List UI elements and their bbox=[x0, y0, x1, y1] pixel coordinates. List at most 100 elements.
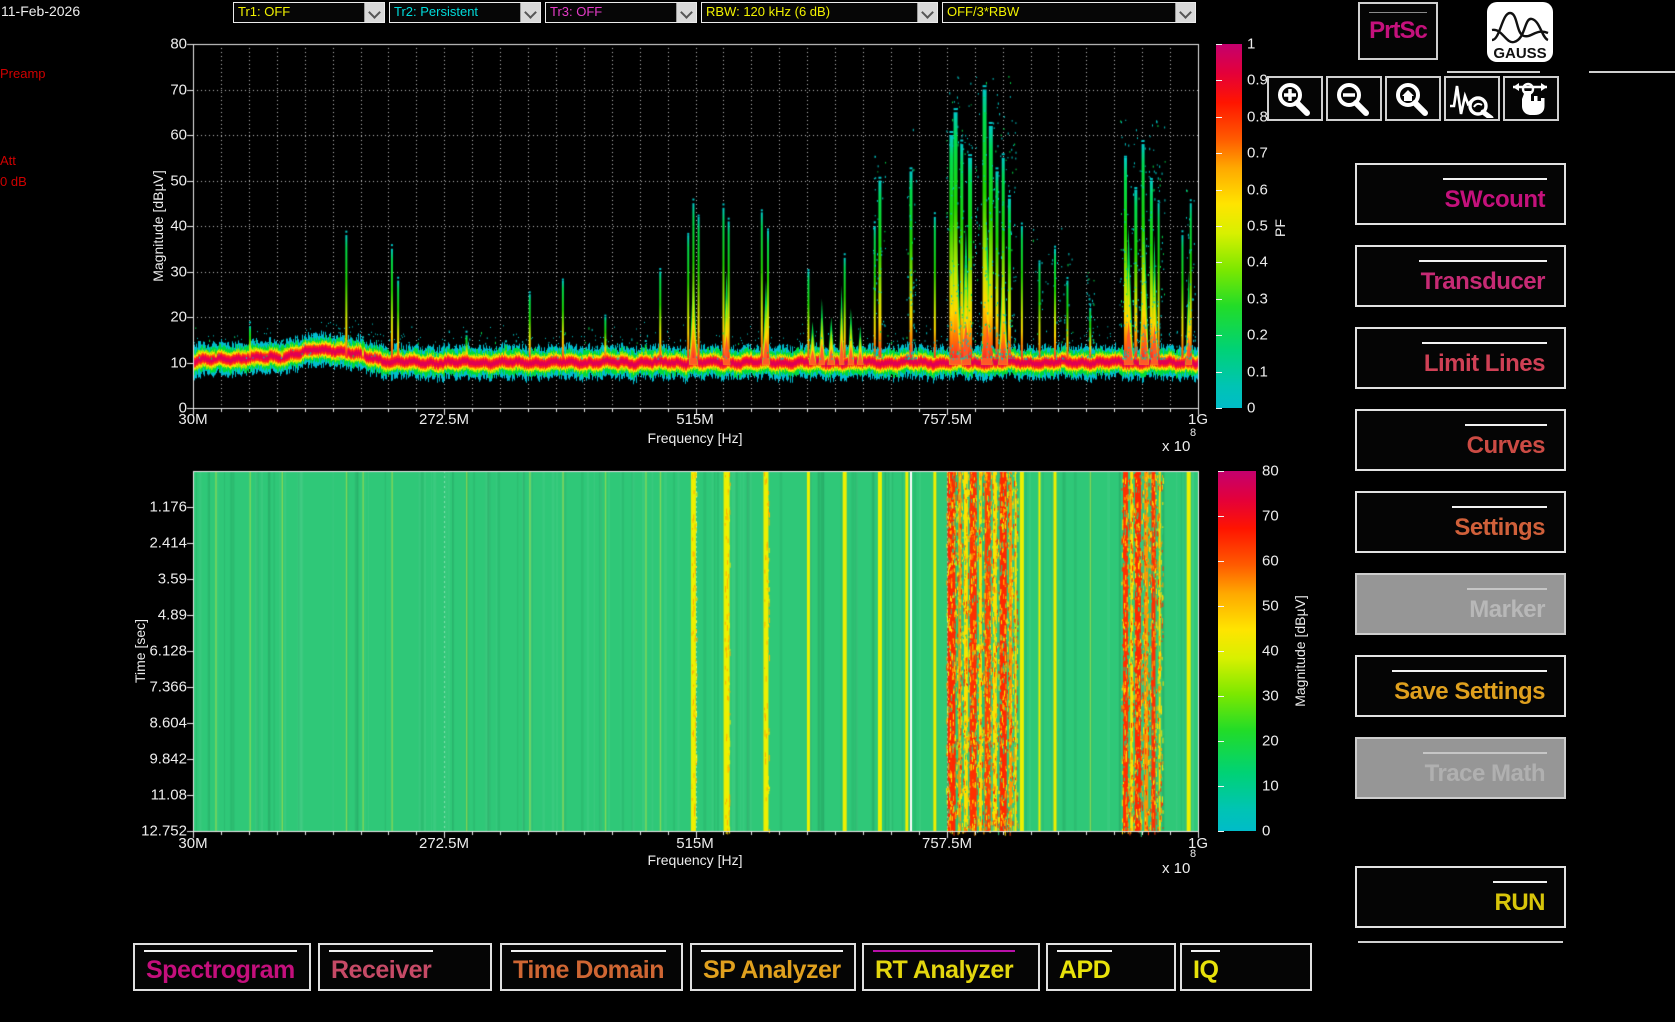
button-overline bbox=[1369, 12, 1427, 13]
colorbar-tick bbox=[1216, 117, 1222, 118]
colorbar-label: PF bbox=[1272, 219, 1288, 237]
pan-hand-icon bbox=[1507, 80, 1555, 118]
chevron-down-icon[interactable] bbox=[676, 3, 696, 22]
colorbar-tick bbox=[1218, 471, 1224, 472]
run-button[interactable]: RUN bbox=[1355, 866, 1566, 928]
y-axis-label: Time [sec] bbox=[132, 619, 148, 683]
tab-label: Receiver bbox=[329, 950, 433, 985]
status-label: 0 dB bbox=[0, 174, 27, 189]
tick-label: 272.5M bbox=[419, 412, 469, 427]
divider bbox=[1589, 71, 1675, 73]
zoom-home-button[interactable] bbox=[1385, 76, 1441, 121]
chevron-down-icon[interactable] bbox=[520, 3, 540, 22]
pan-hand-button[interactable] bbox=[1503, 76, 1559, 121]
tick-label: 0 bbox=[1262, 824, 1270, 839]
colorbar-tick bbox=[1218, 741, 1224, 742]
transducer-button[interactable]: Transducer bbox=[1355, 245, 1566, 307]
colorbar-tick bbox=[1216, 335, 1222, 336]
tick-label: 40 bbox=[170, 219, 187, 234]
zoom-home-icon bbox=[1389, 80, 1437, 118]
colorbar-tick bbox=[1218, 606, 1224, 607]
trace-math-button: Trace Math bbox=[1355, 737, 1566, 799]
colorbar-tick bbox=[1218, 696, 1224, 697]
tick-label: 6.128 bbox=[149, 644, 187, 659]
tab-label: IQ bbox=[1191, 950, 1220, 985]
tab-rt-analyzer[interactable]: RT Analyzer bbox=[862, 943, 1040, 991]
colorbar-tick bbox=[1216, 226, 1222, 227]
status-label: Att bbox=[0, 153, 16, 168]
zoom-in-button[interactable] bbox=[1267, 76, 1323, 121]
tick-label: 80 bbox=[170, 37, 187, 52]
tick-label: 2.414 bbox=[149, 536, 187, 551]
tick-label: 20 bbox=[170, 310, 187, 325]
settings-button[interactable]: Settings bbox=[1355, 491, 1566, 553]
swcount-button[interactable]: SWcount bbox=[1355, 163, 1566, 225]
x-axis-label: Frequency [Hz] bbox=[648, 852, 743, 868]
tick-label: 1G bbox=[1188, 836, 1208, 851]
colorbar-tick bbox=[1216, 372, 1222, 373]
tick-label: 70 bbox=[170, 82, 187, 97]
tab-label: Time Domain bbox=[511, 950, 666, 985]
tab-label: RT Analyzer bbox=[873, 950, 1015, 985]
colorbar-tick bbox=[1216, 408, 1222, 409]
tab-iq[interactable]: IQ bbox=[1180, 943, 1312, 991]
dropdown-tr2[interactable]: Tr2: Persistent bbox=[389, 2, 541, 23]
zoom-out-button[interactable] bbox=[1326, 76, 1382, 121]
colorbar-label: Magnitude [dBµV] bbox=[1292, 595, 1308, 707]
tick-label: 40 bbox=[1262, 644, 1279, 659]
colorbar-tick bbox=[1216, 44, 1222, 45]
rt-analyzer-screen: 11-Feb-2026 PrtSc GAUSS bbox=[0, 0, 1675, 1022]
gauss-logo: GAUSS bbox=[1487, 2, 1553, 62]
tick-label: 0.9 bbox=[1247, 73, 1268, 88]
save-settings-button[interactable]: Save Settings bbox=[1355, 655, 1566, 717]
colorbar-tick bbox=[1218, 516, 1224, 517]
tab-spectrogram[interactable]: Spectrogram bbox=[133, 943, 311, 991]
tick-label: 757.5M bbox=[922, 836, 972, 851]
dropdown-tr3[interactable]: Tr3: OFF bbox=[545, 2, 697, 23]
persistence-spectrum-plot[interactable] bbox=[183, 34, 1208, 418]
tick-label: 0.2 bbox=[1247, 328, 1268, 343]
chevron-down-icon[interactable] bbox=[364, 3, 384, 22]
tab-receiver[interactable]: Receiver bbox=[318, 943, 492, 991]
tick-label: 1G bbox=[1188, 412, 1208, 427]
tab-time-domain[interactable]: Time Domain bbox=[500, 943, 683, 991]
chevron-down-icon[interactable] bbox=[917, 3, 937, 22]
status-label: Preamp bbox=[0, 66, 46, 81]
colorbar-tick bbox=[1218, 651, 1224, 652]
zoom-out-icon bbox=[1330, 80, 1378, 118]
dropdown-rbw[interactable]: RBW: 120 kHz (6 dB) bbox=[701, 2, 938, 23]
tab-label: APD bbox=[1057, 950, 1112, 985]
dropdown-detector[interactable]: OFF/3*RBW bbox=[942, 2, 1196, 23]
button-label: Settings bbox=[1452, 506, 1547, 542]
tick-label: 11.08 bbox=[151, 788, 187, 803]
colorbar-tick bbox=[1216, 262, 1222, 263]
marker-button: Marker bbox=[1355, 573, 1566, 635]
tick-label: 3.59 bbox=[158, 572, 187, 587]
zoom-signal-button[interactable] bbox=[1444, 76, 1500, 121]
divider bbox=[1447, 71, 1540, 73]
curves-button[interactable]: Curves bbox=[1355, 409, 1566, 471]
tick-label: 20 bbox=[1262, 734, 1279, 749]
tick-label: 0.5 bbox=[1247, 219, 1268, 234]
dropdown-tr1[interactable]: Tr1: OFF bbox=[233, 2, 385, 23]
limit-lines-button[interactable]: Limit Lines bbox=[1355, 327, 1566, 389]
tab-sp-analyzer[interactable]: SP Analyzer bbox=[690, 943, 856, 991]
tick-label: 1 bbox=[1247, 37, 1255, 52]
axis-exponent: x 10 bbox=[1162, 439, 1190, 454]
dropdown-value: Tr2: Persistent bbox=[394, 4, 478, 19]
spectrogram-plot[interactable] bbox=[183, 461, 1208, 841]
tab-label: SP Analyzer bbox=[701, 950, 843, 985]
tick-label: 0 bbox=[179, 401, 187, 416]
tab-apd[interactable]: APD bbox=[1046, 943, 1176, 991]
colorbar-tick bbox=[1216, 299, 1222, 300]
chevron-down-icon[interactable] bbox=[1175, 3, 1195, 22]
zoom-in-icon bbox=[1271, 80, 1319, 118]
dropdown-value: Tr3: OFF bbox=[550, 4, 602, 19]
y-axis-label: Magnitude [dBµV] bbox=[150, 170, 166, 282]
tick-label: 0.3 bbox=[1247, 291, 1268, 306]
prtsc-button[interactable]: PrtSc bbox=[1358, 2, 1438, 60]
button-label: Curves bbox=[1465, 424, 1547, 460]
axis-exponent: x 10 bbox=[1162, 861, 1190, 876]
tick-label: 4.89 bbox=[158, 608, 187, 623]
button-label: Trace Math bbox=[1423, 752, 1547, 788]
